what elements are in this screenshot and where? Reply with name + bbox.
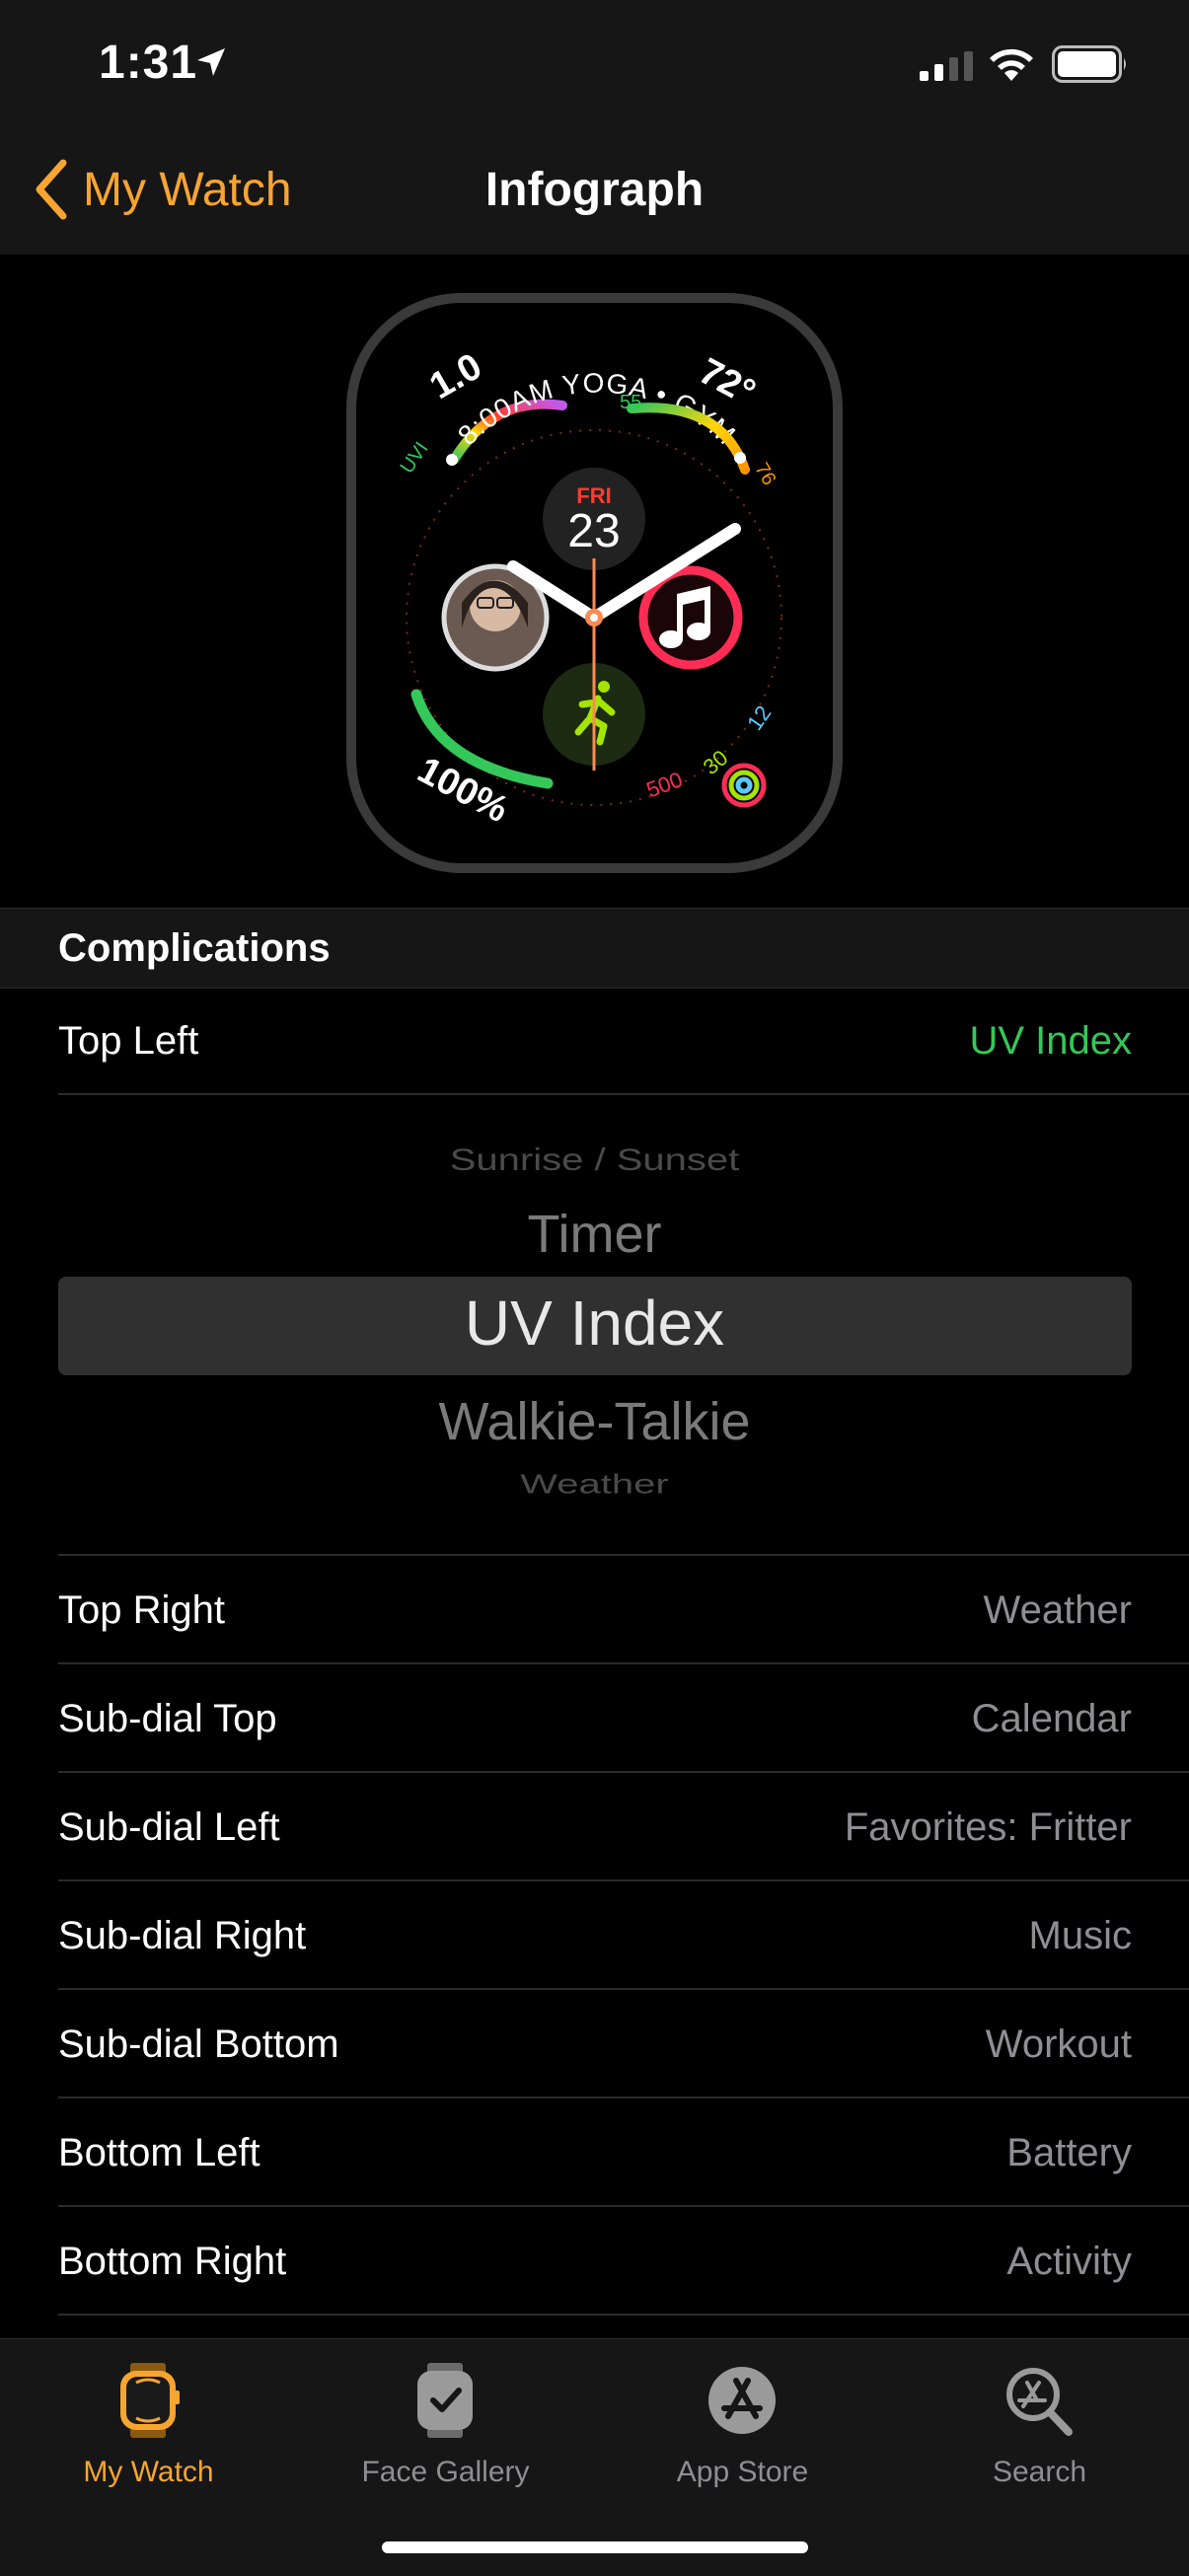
row-divider [58, 1093, 1189, 1095]
picker-option[interactable]: Timer [0, 1204, 1189, 1265]
tab-label: App Store [676, 2456, 809, 2488]
tab-face-gallery[interactable]: Face Gallery [297, 2339, 594, 2507]
status-time: 1:31 [99, 37, 198, 89]
row-label: Bottom Right [58, 2240, 287, 2283]
complication-row-subdial-top[interactable]: Sub-dial Top Calendar [0, 1664, 1189, 1773]
complication-row-bottom-right[interactable]: Bottom Right Activity [0, 2207, 1189, 2316]
complication-picker[interactable]: Sunrise / Sunset Timer UV Index Walkie-T… [0, 1097, 1189, 1556]
home-indicator[interactable] [382, 2541, 808, 2553]
tab-label: Face Gallery [361, 2456, 530, 2488]
complication-row-subdial-right[interactable]: Sub-dial Right Music [0, 1881, 1189, 1990]
complication-row-top-right[interactable]: Top Right Weather [0, 1556, 1189, 1664]
picker-option[interactable]: Sunrise / Sunset [0, 1143, 1189, 1178]
complication-row-top-left[interactable]: Top Left UV Index [0, 987, 1189, 1095]
watch-face-preview: 1.0 UVI 8:00AM YOGA • GYM 72° 55 76 FRI … [0, 255, 1189, 908]
location-arrow-icon [197, 48, 225, 76]
row-label: Sub-dial Left [58, 1805, 280, 1849]
row-divider [58, 2314, 1189, 2316]
picker-option[interactable]: Weather [0, 1469, 1189, 1501]
tab-my-watch[interactable]: My Watch [0, 2339, 297, 2507]
complication-row-subdial-left[interactable]: Sub-dial Left Favorites: Fritter [0, 1773, 1189, 1881]
row-value: Workout [985, 2023, 1132, 2066]
row-value: Calendar [971, 1697, 1132, 1740]
row-label: Sub-dial Top [58, 1697, 277, 1740]
picker-option-selected[interactable]: UV Index [0, 1287, 1189, 1360]
tab-label: My Watch [83, 2456, 214, 2488]
tab-bar: My Watch Face Gallery App Store Search [0, 2338, 1189, 2576]
watch-icon [120, 2363, 180, 2438]
battery-icon [1052, 45, 1126, 83]
face-gallery-icon [417, 2363, 473, 2438]
complication-row-bottom-left[interactable]: Bottom Left Battery [0, 2098, 1189, 2207]
search-icon [1006, 2368, 1073, 2436]
row-value: Battery [1006, 2131, 1132, 2174]
row-label: Sub-dial Right [58, 1914, 307, 1957]
row-label: Top Left [58, 1019, 199, 1063]
page-title: Infograph [484, 164, 705, 216]
row-value: Activity [1006, 2240, 1132, 2283]
cellular-signal-icon [920, 51, 973, 81]
complications-section-header: Complications [0, 908, 1189, 989]
complication-row-subdial-bottom[interactable]: Sub-dial Bottom Workout [0, 1990, 1189, 2098]
tab-app-store[interactable]: App Store [594, 2339, 891, 2507]
row-value: UV Index [969, 1019, 1132, 1063]
app-store-icon [708, 2367, 776, 2434]
wifi-icon [990, 48, 1033, 81]
row-label: Sub-dial Bottom [58, 2023, 339, 2066]
row-label: Bottom Left [58, 2131, 260, 2174]
tab-search[interactable]: Search [891, 2339, 1188, 2507]
watch-face: 1.0 UVI 8:00AM YOGA • GYM 72° 55 76 FRI … [346, 293, 843, 873]
row-value: Favorites: Fritter [844, 1805, 1132, 1849]
row-value: Music [1028, 1914, 1132, 1957]
tab-label: Search [992, 2456, 1087, 2488]
picker-option[interactable]: Walkie-Talkie [0, 1391, 1189, 1452]
temperature-low: 55 [620, 392, 641, 413]
navigation-bar: My Watch Infograph [0, 133, 1189, 256]
status-bar: 1:31 [0, 0, 1189, 133]
row-value: Weather [983, 1588, 1132, 1632]
date-number: 23 [567, 505, 620, 557]
section-title: Complications [58, 926, 331, 970]
row-label: Top Right [58, 1588, 225, 1632]
